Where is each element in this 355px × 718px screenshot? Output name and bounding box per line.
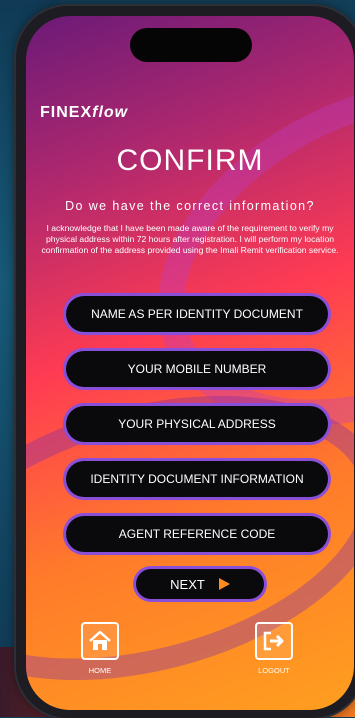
home-button[interactable]: HOME: [70, 622, 130, 675]
phone-frame: FINEXflow CONFIRM Do we have the correct…: [16, 6, 355, 718]
home-icon: [81, 622, 119, 660]
app-screen: FINEXflow CONFIRM Do we have the correct…: [26, 16, 354, 710]
mobile-field-button[interactable]: YOUR MOBILE NUMBER: [66, 351, 328, 387]
next-button[interactable]: NEXT: [136, 569, 264, 599]
brand-name-part2: flow: [92, 104, 129, 121]
brand-name-part1: FINEX: [40, 104, 93, 121]
address-field-button[interactable]: YOUR PHYSICAL ADDRESS: [66, 406, 328, 442]
home-label: HOME: [88, 666, 112, 675]
dynamic-island: [130, 28, 252, 62]
identity-field-button[interactable]: IDENTITY DOCUMENT INFORMATION: [66, 461, 328, 497]
brand-logo: FINEXflow: [40, 104, 128, 122]
agent-code-field-button[interactable]: AGENT REFERENCE CODE: [66, 516, 328, 552]
arrow-right-icon: [218, 578, 230, 590]
page-question: Do we have the correct information?: [65, 199, 315, 213]
logout-icon: [255, 622, 293, 660]
page-title: CONFIRM: [116, 144, 264, 177]
logout-label: LOGOUT: [258, 666, 290, 675]
next-label: NEXT: [170, 576, 205, 592]
name-field-button[interactable]: NAME AS PER IDENTITY DOCUMENT: [66, 296, 328, 332]
logout-button[interactable]: LOGOUT: [244, 622, 304, 675]
acknowledgement-text: I acknowledge that I have been made awar…: [41, 223, 339, 255]
